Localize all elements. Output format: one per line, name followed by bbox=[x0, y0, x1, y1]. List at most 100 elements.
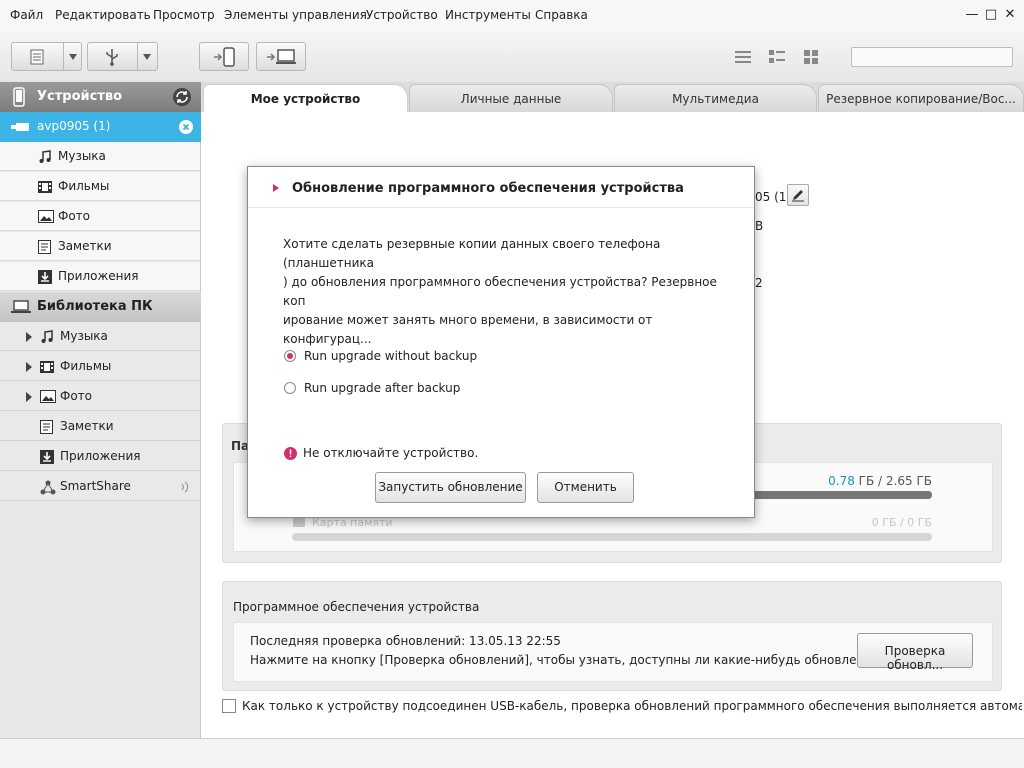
refresh-icon[interactable] bbox=[172, 87, 192, 107]
sdcard-usage: 0 ГБ / 0 ГБ bbox=[871, 516, 932, 529]
rename-button[interactable] bbox=[787, 184, 809, 206]
device-info-value: B bbox=[755, 219, 764, 233]
photo-icon bbox=[38, 210, 54, 223]
radio-without-backup[interactable] bbox=[284, 350, 296, 362]
sidebar-item-label: Фильмы bbox=[58, 179, 110, 193]
check-update-button[interactable]: Проверка обновл... bbox=[857, 633, 973, 672]
film-icon bbox=[40, 361, 54, 373]
option-label: Run upgrade without backup bbox=[304, 349, 478, 363]
status-bar bbox=[0, 738, 1024, 768]
dialog-header: Обновление программного обеспечения устр… bbox=[248, 167, 754, 208]
maximize-button[interactable]: □ bbox=[984, 8, 998, 22]
broadcast-icon bbox=[181, 481, 189, 493]
photo-icon bbox=[40, 390, 56, 403]
list-view-icon[interactable] bbox=[735, 50, 751, 64]
pc-item-photos[interactable]: Фото bbox=[0, 382, 200, 411]
menu-view[interactable]: Просмотр bbox=[153, 8, 215, 22]
pc-library-header[interactable]: Библиотека ПК bbox=[0, 292, 201, 322]
minimize-button[interactable]: — bbox=[965, 8, 979, 22]
warning-icon bbox=[284, 447, 297, 460]
document-icon bbox=[30, 49, 44, 65]
usb-icon bbox=[106, 49, 118, 66]
pc-item-notes[interactable]: Заметки bbox=[0, 412, 200, 441]
pc-connect-button[interactable] bbox=[256, 42, 306, 71]
sidebar-item-music[interactable]: Музыка bbox=[0, 142, 200, 171]
device-name: avp0905 (1) bbox=[37, 119, 111, 133]
pc-item-movies[interactable]: Фильмы bbox=[0, 352, 200, 381]
warning-text: Не отключайте устройство. bbox=[303, 446, 479, 460]
expand-arrow-icon[interactable] bbox=[26, 392, 32, 402]
sidebar-item-notes[interactable]: Заметки bbox=[0, 232, 200, 261]
sidebar-item-apps[interactable]: Приложения bbox=[0, 262, 200, 291]
close-icon[interactable] bbox=[179, 120, 193, 134]
device-name-text: 05 (1) bbox=[755, 190, 792, 204]
pc-item-label: Фильмы bbox=[60, 359, 112, 373]
device-info-value: 2 bbox=[755, 276, 763, 290]
tab-personal-data[interactable]: Личные данные bbox=[409, 84, 613, 112]
search-input[interactable] bbox=[851, 47, 1013, 67]
device-item[interactable]: avp0905 (1) bbox=[0, 112, 201, 142]
close-button[interactable]: ✕ bbox=[1003, 8, 1017, 22]
music-icon bbox=[39, 150, 51, 163]
usb-plug-icon bbox=[11, 123, 29, 131]
pc-item-label: Музыка bbox=[60, 329, 108, 343]
pc-item-music[interactable]: Музыка bbox=[0, 322, 200, 351]
run-update-button[interactable]: Запустить обновление bbox=[375, 472, 526, 503]
laptop-transfer-icon bbox=[267, 49, 296, 64]
tab-bar: Мое устройство Личные данные Мультимедиа… bbox=[201, 82, 1024, 112]
menu-file[interactable]: Файл bbox=[10, 8, 43, 22]
download-app-icon bbox=[38, 270, 52, 284]
dialog-message: Хотите сделать резервные копии данных св… bbox=[283, 237, 717, 346]
chevron-down-icon bbox=[69, 54, 77, 60]
pc-item-smartshare[interactable]: SmartShare bbox=[0, 472, 200, 501]
storage-usage-text: 0.78 ГБ / 2.65 ГБ bbox=[828, 474, 932, 488]
pc-item-label: Фото bbox=[60, 389, 93, 403]
sidebar-item-movies[interactable]: Фильмы bbox=[0, 172, 200, 201]
auto-check-label: Как только к устройству подсоединен USB-… bbox=[242, 699, 1022, 713]
radio-after-backup[interactable] bbox=[284, 382, 296, 394]
sidebar-item-label: Заметки bbox=[58, 239, 112, 253]
download-app-icon bbox=[40, 450, 54, 464]
dialog-marker-icon bbox=[273, 184, 279, 192]
dialog-title: Обновление программного обеспечения устр… bbox=[292, 181, 684, 196]
software-panel-title: Программное обеспечения устройства bbox=[233, 600, 480, 614]
menu-bar: Файл Редактировать Просмотр Элементы упр… bbox=[0, 0, 1024, 32]
sync-menu-button[interactable] bbox=[11, 42, 82, 71]
device-section-label: Устройство bbox=[37, 89, 123, 104]
menu-edit[interactable]: Редактировать bbox=[55, 8, 151, 22]
menu-controls[interactable]: Элементы управления bbox=[224, 8, 367, 22]
update-dialog: Обновление программного обеспечения устр… bbox=[247, 166, 755, 518]
pc-item-apps[interactable]: Приложения bbox=[0, 442, 200, 471]
laptop-icon bbox=[11, 300, 31, 313]
auto-check-checkbox[interactable] bbox=[222, 699, 236, 713]
pc-item-label: SmartShare bbox=[60, 479, 131, 493]
expand-arrow-icon[interactable] bbox=[26, 362, 32, 372]
menu-tools[interactable]: Инструменты bbox=[445, 8, 531, 22]
menu-help[interactable]: Справка bbox=[535, 8, 588, 22]
detail-view-icon[interactable] bbox=[769, 50, 785, 64]
pencil-icon bbox=[792, 190, 804, 202]
sidebar-item-label: Приложения bbox=[58, 269, 139, 283]
phone-icon bbox=[13, 87, 25, 107]
option-label: Run upgrade after backup bbox=[304, 381, 461, 395]
smartshare-icon bbox=[40, 480, 56, 495]
sidebar-item-label: Музыка bbox=[58, 149, 106, 163]
note-icon bbox=[40, 420, 53, 434]
expand-arrow-icon[interactable] bbox=[26, 332, 32, 342]
note-icon bbox=[38, 240, 51, 254]
device-section-header[interactable]: Устройство bbox=[0, 82, 201, 112]
phone-connect-button[interactable] bbox=[199, 42, 249, 71]
tab-multimedia[interactable]: Мультимедиа bbox=[614, 84, 817, 112]
menu-device[interactable]: Устройство bbox=[366, 8, 438, 22]
tab-backup-restore[interactable]: Резервное копирование/Вос... bbox=[818, 84, 1024, 112]
pc-library-label: Библиотека ПК bbox=[37, 299, 153, 314]
grid-view-icon[interactable] bbox=[804, 50, 819, 65]
cancel-button[interactable]: Отменить bbox=[537, 472, 634, 503]
sdcard-progress-bar bbox=[292, 533, 932, 541]
sidebar-item-photos[interactable]: Фото bbox=[0, 202, 200, 231]
usb-menu-button[interactable] bbox=[87, 42, 158, 71]
chevron-down-icon bbox=[143, 54, 151, 60]
storage-used: 0.78 bbox=[828, 474, 855, 488]
tab-my-device[interactable]: Мое устройство bbox=[203, 84, 408, 112]
storage-total: 2.65 ГБ bbox=[885, 474, 932, 488]
